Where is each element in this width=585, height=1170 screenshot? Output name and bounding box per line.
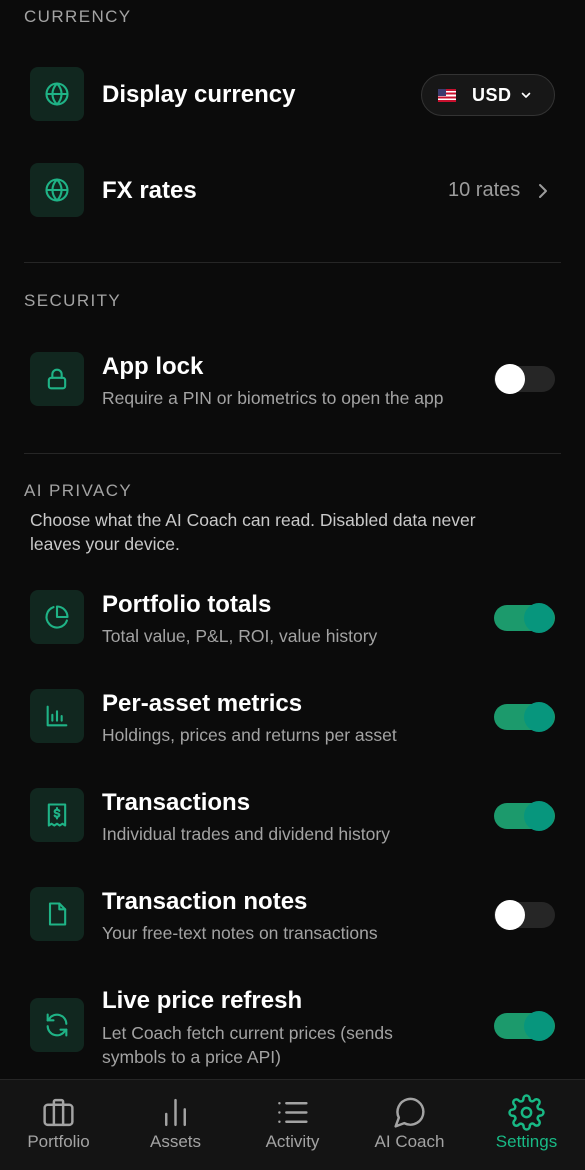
app-lock-subtitle: Require a PIN or biometrics to open the … (102, 388, 444, 408)
app-lock-row: App lock Require a PIN or biometrics to … (0, 352, 585, 408)
bar-chart-icon (165, 1098, 186, 1127)
fx-rates-row[interactable]: FX rates 10 rates (0, 163, 585, 219)
tab-assets[interactable]: Assets (117, 1080, 234, 1170)
tab-label: Activity (265, 1132, 320, 1151)
toggle-knob (495, 900, 525, 930)
ai-privacy-description-line: Choose what the AI Coach can read. Disab… (30, 510, 476, 530)
transactions-toggle[interactable] (494, 801, 555, 831)
lock-icon (30, 352, 84, 406)
section-title-ai-privacy: AI PRIVACY (24, 481, 133, 500)
chevron-right-icon (539, 184, 547, 198)
currency-select-value: USD (472, 84, 512, 105)
privacy-item-subtitle: Your free-text notes on transactions (102, 923, 378, 943)
tab-settings[interactable]: Settings (468, 1080, 585, 1170)
privacy-item-title: Transaction notes (102, 888, 308, 915)
toggle-knob (524, 603, 554, 633)
privacy-item-subtitle: Holdings, prices and returns per asset (102, 725, 397, 745)
briefcase-icon (43, 1098, 74, 1127)
settings-screen: CURRENCY Display currency USD FX rates 1… (0, 0, 585, 1170)
per-asset-metrics-toggle[interactable] (494, 702, 555, 732)
bar-chart-icon (30, 689, 84, 743)
tab-label: Assets (149, 1132, 202, 1151)
chevron-down-icon (521, 92, 530, 98)
privacy-row-transactions: Transactions Individual trades and divid… (0, 788, 585, 844)
privacy-item-title: Per-asset metrics (102, 690, 303, 717)
section-title-security: SECURITY (24, 291, 122, 310)
tab-ai-coach[interactable]: AI Coach (351, 1080, 468, 1170)
display-currency-row[interactable]: Display currency USD (0, 67, 585, 123)
ai-privacy-description-line: leaves your device. (30, 534, 180, 554)
pie-chart-icon (30, 590, 84, 644)
tab-label: Portfolio (27, 1132, 90, 1151)
tab-portfolio[interactable]: Portfolio (0, 1080, 117, 1170)
toggle-knob (524, 801, 554, 831)
transaction-notes-toggle[interactable] (494, 900, 555, 930)
toggle-knob (524, 1011, 554, 1041)
privacy-row-per-asset-metrics: Per-asset metrics Holdings, prices and r… (0, 689, 585, 745)
toggle-knob (495, 364, 525, 394)
currency-select[interactable]: USD (421, 74, 555, 116)
display-currency-label: Display currency (102, 81, 296, 108)
section-title-currency: CURRENCY (24, 7, 132, 26)
privacy-row-portfolio-totals: Portfolio totals Total value, P&L, ROI, … (0, 590, 585, 646)
toggle-knob (524, 702, 554, 732)
privacy-item-subtitle: Total value, P&L, ROI, value history (102, 626, 378, 646)
portfolio-totals-toggle[interactable] (494, 603, 555, 633)
globe-icon (30, 67, 84, 121)
tab-label: Settings (495, 1132, 558, 1151)
globe-icon (30, 163, 84, 217)
app-lock-toggle[interactable] (494, 364, 555, 394)
tab-activity[interactable]: Activity (234, 1080, 351, 1170)
divider (24, 453, 561, 454)
privacy-item-subtitle: Let Coach fetch current prices (sends sy… (102, 1021, 393, 1069)
us-flag-icon (438, 88, 456, 102)
privacy-item-title: Transactions (102, 789, 251, 816)
live-price-refresh-toggle[interactable] (494, 1011, 555, 1041)
fx-rates-value: 10 rates (448, 179, 521, 201)
note-icon (30, 887, 84, 941)
privacy-row-transaction-notes: Transaction notes Your free-text notes o… (0, 887, 585, 943)
privacy-item-title: Live price refresh (102, 987, 303, 1014)
refresh-icon (30, 998, 84, 1052)
fx-rates-label: FX rates (102, 177, 197, 204)
divider (24, 262, 561, 263)
bottom-tab-bar: Portfolio Assets Activity AI Coach Setti… (0, 1079, 585, 1170)
privacy-item-subtitle: Individual trades and dividend history (102, 824, 390, 844)
tab-label: AI Coach (374, 1132, 445, 1151)
app-lock-title: App lock (102, 353, 204, 380)
privacy-item-subtitle-line: symbols to a price API) (102, 1047, 281, 1067)
privacy-item-title: Portfolio totals (102, 591, 272, 618)
privacy-row-live-price-refresh: Live price refresh Let Coach fetch curre… (0, 986, 585, 1069)
gear-icon (508, 1094, 545, 1131)
privacy-item-subtitle-line: Let Coach fetch current prices (sends (102, 1023, 393, 1043)
list-icon (278, 1102, 308, 1123)
receipt-icon (30, 788, 84, 842)
ai-privacy-description: Choose what the AI Coach can read. Disab… (30, 508, 550, 556)
chat-bubble-icon (394, 1097, 425, 1128)
